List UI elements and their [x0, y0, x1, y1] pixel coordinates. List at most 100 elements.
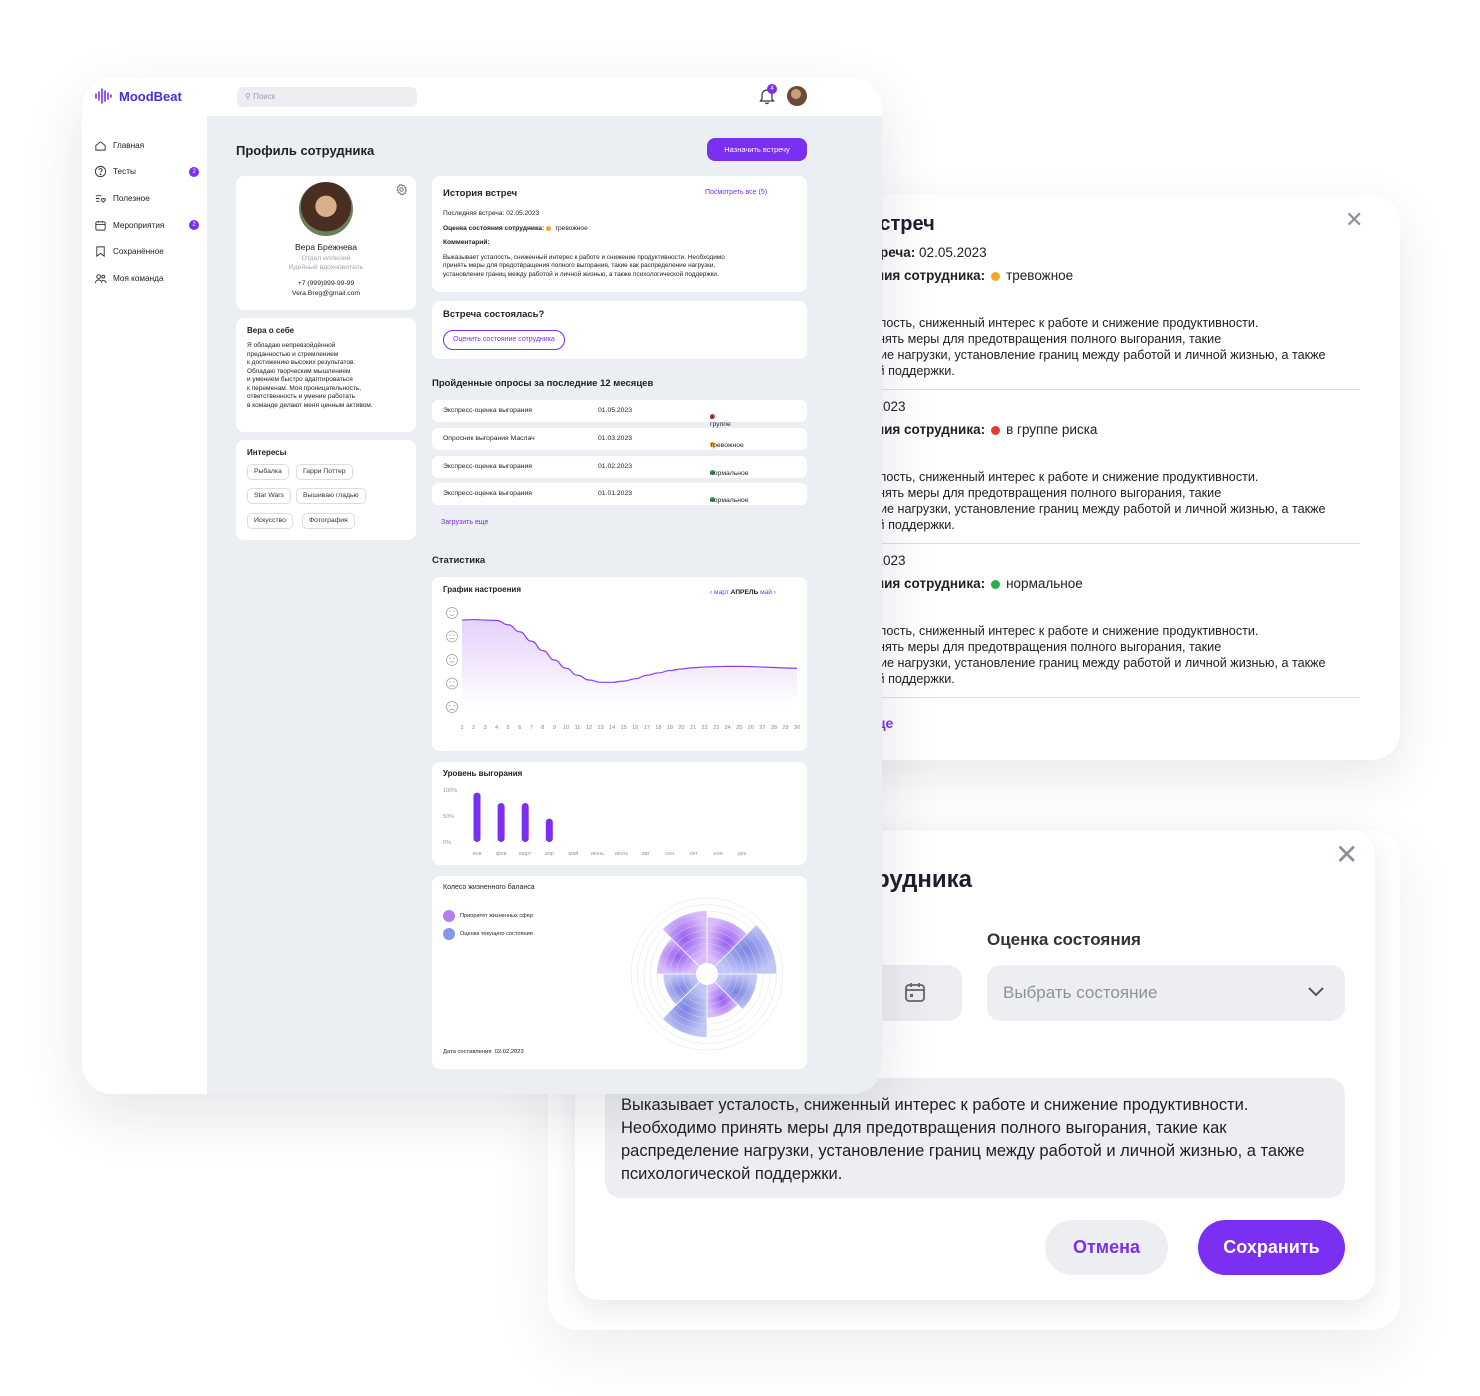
save-button[interactable]: Сохранить	[1198, 1220, 1345, 1275]
comment-line: ет усталость, сниженный интерес к работе…	[838, 624, 1259, 638]
evaluate-state-button[interactable]: Оценить состояние сотрудника	[443, 330, 565, 350]
interest-tag[interactable]: Вышиваю гладью	[296, 488, 366, 504]
legend-label: Оценка текущего состояния	[460, 930, 533, 937]
comment-text: Выказывает усталость, сниженный интерес …	[443, 254, 803, 279]
comment-line: еделение нагрузки, установление границ м…	[838, 656, 1326, 670]
chevron-right-icon[interactable]: ›	[774, 589, 776, 596]
survey-row[interactable]: Экспресс-оценка выгорания 01.02.2023 норма…	[432, 455, 807, 478]
sidebar-item-1[interactable]: Главная	[94, 138, 199, 152]
search-input[interactable]: ⚲ Поиск	[237, 87, 417, 107]
survey-date: 01.03.2023	[598, 434, 633, 442]
y-tick-label: 0%	[443, 840, 451, 846]
meeting-done-card: Встреча состоялась? Оценить состояние со…	[432, 301, 807, 359]
x-tick-label: 13	[598, 725, 604, 731]
x-tick-label: 19	[667, 725, 673, 731]
x-tick-label: окт	[690, 851, 699, 857]
about-line: к переменам. Моя проницательность,	[247, 384, 362, 392]
comment-line: ической поддержки.	[838, 672, 955, 686]
sidebar-item-label: Сохранённое	[113, 247, 164, 257]
comment-text: ет усталость, сниженный интерес к работе…	[838, 315, 1358, 379]
user-avatar[interactable]	[787, 86, 807, 106]
main-content: Профиль сотрудника Назначить встречу Вер…	[207, 116, 882, 1094]
surveys-title: Пройденные опросы за последние 12 месяце…	[432, 378, 654, 389]
about-title: Вера о себе	[247, 326, 295, 335]
x-tick-label: 22	[701, 725, 707, 731]
interest-tag[interactable]: Искусство	[247, 513, 293, 529]
state-value: тревожное	[1006, 268, 1074, 283]
x-tick-label: 30	[794, 725, 800, 731]
wheel-title: Колесо жизненного баланса	[443, 884, 535, 891]
interest-tag[interactable]: Рыбалка	[247, 464, 289, 480]
close-icon[interactable]: ✕	[1335, 838, 1358, 871]
select-placeholder: Выбрать состояние	[1003, 983, 1158, 1002]
comment-line: ет усталость, сниженный интерес к работе…	[838, 470, 1259, 484]
page-title: Профиль сотрудника	[236, 143, 375, 158]
employee-department: Отдел иллюзий	[301, 255, 351, 262]
divider	[838, 697, 1360, 698]
survey-row[interactable]: Экспресс-оценка выгорания 01.05.2023 в гру…	[432, 400, 807, 435]
state-select[interactable]: Выбрать состояние	[987, 965, 1345, 1021]
x-tick-label: янв	[472, 851, 481, 857]
x-tick-label: ноя	[713, 851, 722, 857]
mood-chart-card: График настроения ‹ март АПРЕЛЬ май › 12…	[432, 577, 807, 751]
y-tick-label: 100%	[443, 788, 457, 794]
about-text: Я обладаю непревзойдённой преданностью и …	[247, 342, 412, 410]
chevron-left-icon[interactable]: ‹	[710, 589, 712, 596]
about-line: ответственность и умение работать	[247, 393, 356, 400]
x-tick-label: 11	[575, 725, 581, 731]
next-month[interactable]: май	[760, 589, 772, 596]
load-more-link[interactable]: Загрузить еще	[441, 519, 488, 526]
interest-tag[interactable]: Гарри Поттер	[296, 464, 353, 480]
calendar-icon	[905, 983, 925, 1002]
status-dot	[991, 579, 1001, 589]
x-tick-label: 15	[621, 725, 627, 731]
employee-role: Идейный вдохновитель	[288, 264, 364, 271]
sidebar-item-2[interactable]: Тесты 2	[94, 165, 199, 179]
view-all-link[interactable]: Посмотреть все (5)	[705, 189, 767, 196]
x-tick-label: дек	[738, 851, 747, 857]
x-tick-label: фев	[496, 851, 507, 857]
x-tick-label: 8	[541, 725, 544, 731]
bell-icon[interactable]: 4	[758, 84, 777, 110]
x-tick-label: март	[519, 851, 532, 857]
x-tick-label: 9	[553, 725, 556, 731]
comment-line: принять меры для предотвращения полного …	[443, 262, 716, 270]
count-badge: 2	[189, 220, 199, 231]
x-tick-label: 17	[644, 725, 650, 731]
interests-title: Интересы	[247, 448, 287, 457]
x-tick-label: 18	[655, 725, 661, 731]
comment-line: мо принять меры для предотвращения полно…	[838, 332, 1222, 346]
comment-line: ет усталость, сниженный интерес к работе…	[838, 316, 1259, 330]
x-tick-label: 7	[530, 725, 533, 731]
sad-icon	[446, 677, 458, 690]
schedule-meeting-button[interactable]: Назначить встречу	[707, 138, 807, 161]
profile-card: Вера Брежнева Отдел иллюзий Идейный вдох…	[236, 176, 416, 310]
interest-tag[interactable]: Star Wars	[247, 488, 291, 504]
comment-line: ической поддержки.	[838, 364, 955, 378]
about-line: преданностью и стремлением	[247, 350, 339, 358]
cancel-button[interactable]: Отмена	[1045, 1220, 1168, 1275]
prev-month[interactable]: март	[714, 589, 729, 596]
sidebar-item-4[interactable]: Мероприятия 2	[94, 218, 199, 232]
neutral-icon	[446, 654, 458, 666]
close-icon[interactable]: ✕	[1345, 207, 1363, 233]
search-icon: ⚲	[245, 92, 251, 101]
sidebar-item-3[interactable]: Полезное	[94, 191, 199, 205]
survey-row[interactable]: Экспресс-оценка выгорания 01.01.2023 норма…	[432, 483, 807, 506]
survey-row[interactable]: Опросник выгорания Маслач 01.03.2023 трево…	[432, 427, 807, 450]
x-tick-label: 25	[736, 725, 742, 731]
interest-tag[interactable]: Фотография	[302, 513, 355, 529]
employee-phone: +7 (999)999-99-99	[297, 280, 355, 287]
comment-textarea[interactable]: Выказывает усталость, сниженный интерес …	[605, 1078, 1345, 1198]
happy-icon	[446, 630, 458, 643]
state-value: в группе риска	[1006, 422, 1098, 437]
sidebar-item-5[interactable]: Сохранённое	[94, 245, 199, 259]
gear-icon[interactable]	[395, 183, 408, 196]
statistics-title: Статистика	[432, 555, 486, 566]
comment-line: ической поддержки.	[838, 518, 955, 532]
x-tick-label: 28	[771, 725, 777, 731]
sidebar-item-6[interactable]: Моя команда	[94, 272, 199, 286]
legend-current: Оценка текущего состояния	[443, 928, 533, 940]
life-balance-wheel	[630, 897, 784, 1051]
history-title: История встреч	[443, 188, 518, 199]
